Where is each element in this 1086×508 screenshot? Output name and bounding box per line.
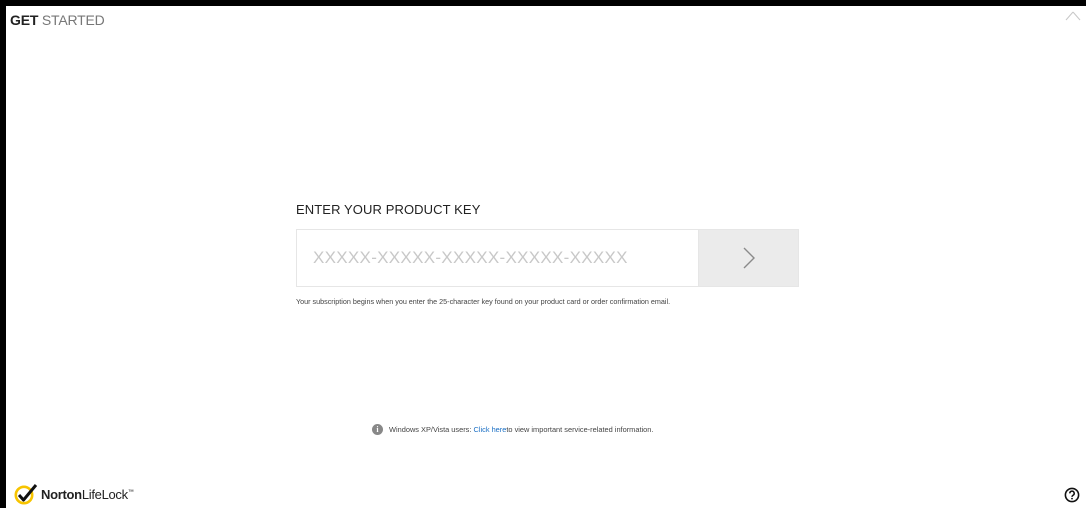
xp-vista-info: i Windows XP/Vista users: Click here to …	[372, 424, 653, 435]
product-key-input[interactable]	[296, 229, 698, 287]
info-prefix: Windows XP/Vista users:	[389, 425, 472, 434]
product-key-submit-button[interactable]	[698, 229, 799, 287]
help-button[interactable]	[1064, 487, 1080, 503]
chevron-right-icon	[743, 247, 755, 269]
brand-tm: ™	[127, 489, 134, 496]
close-icon	[1065, 11, 1081, 21]
info-icon: i	[372, 424, 383, 435]
norton-lifelock-logo: NortonLifeLock™	[14, 483, 134, 505]
product-key-note: Your subscription begins when you enter …	[296, 297, 671, 306]
window-title-bold: GET	[10, 12, 39, 28]
window-title-light: STARTED	[38, 12, 105, 28]
brand-name-light: LifeLock	[81, 486, 128, 502]
close-button[interactable]	[1058, 6, 1086, 28]
click-here-link[interactable]: Click here	[474, 425, 507, 434]
help-icon	[1064, 487, 1080, 503]
product-key-row	[296, 229, 799, 287]
info-suffix: to view important service-related inform…	[506, 425, 654, 434]
brand-name-bold: Norton	[41, 486, 82, 502]
product-key-section: ENTER YOUR PRODUCT KEY Your subscription…	[296, 202, 816, 306]
brand-name: NortonLifeLock™	[41, 487, 134, 502]
get-started-window: GET STARTED ENTER YOUR PRODUCT KEY Your …	[6, 6, 1086, 508]
window-title: GET STARTED	[10, 12, 105, 28]
norton-check-icon	[14, 484, 38, 505]
product-key-heading: ENTER YOUR PRODUCT KEY	[296, 202, 481, 217]
